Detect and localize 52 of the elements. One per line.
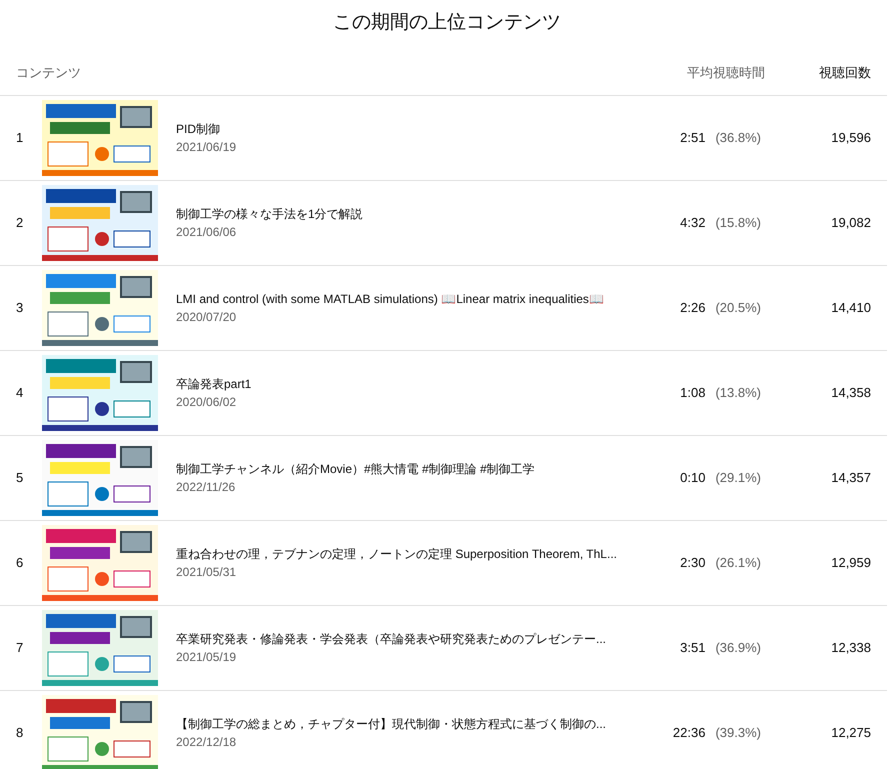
rank-number: 3 <box>16 299 24 318</box>
rank-number: 1 <box>16 129 24 148</box>
publish-date: 2021/06/06 <box>176 224 236 241</box>
view-count: 12,275 <box>830 724 871 742</box>
section-title: この期間の上位コンテンツ <box>333 11 561 35</box>
column-header: 平均視聴時間 <box>686 64 765 82</box>
view-count: 19,082 <box>830 214 871 232</box>
duration-text: 0:10 <box>680 469 706 488</box>
rank-number: 4 <box>16 384 24 402</box>
column-header: 視聴回数 <box>818 64 871 82</box>
rank-number: 7 <box>16 639 24 658</box>
percent-text: (36.9%) <box>715 639 761 658</box>
view-count: 12,959 <box>830 554 871 572</box>
publish-date: 2021/05/19 <box>176 649 236 666</box>
duration-text: 2:30 <box>680 554 706 572</box>
percent-text: (15.8%) <box>715 214 761 232</box>
view-count: 14,358 <box>830 384 871 402</box>
view-count: 12,338 <box>830 639 871 658</box>
video-title[interactable]: LMI and control (with some MATLAB simulations) 📖Linear matrix inequalities📖 <box>176 290 604 308</box>
duration-text: 2:26 <box>680 299 706 318</box>
video-title[interactable]: 卒論発表part1 <box>176 375 252 393</box>
video-title[interactable]: 制御工学チャンネル（紹介Movie）#熊大情電 #制御理論 #制御工学 <box>176 460 535 478</box>
publish-date: 2020/06/02 <box>176 394 236 411</box>
video-title[interactable]: 卒業研究発表・修論発表・学会発表（卒論発表や研究発表ためのプレゼンテー... <box>176 630 606 648</box>
publish-date: 2022/12/18 <box>176 734 236 751</box>
publish-date: 2021/06/19 <box>176 139 236 156</box>
percent-text: (13.8%) <box>715 384 761 402</box>
publish-date: 2021/05/31 <box>176 564 236 581</box>
video-title[interactable]: PID制御 <box>176 120 220 138</box>
view-count: 19,596 <box>830 129 871 148</box>
percent-text: (36.8%) <box>715 129 761 148</box>
percent-text: (26.1%) <box>715 554 761 572</box>
percent-text: (20.5%) <box>715 299 761 318</box>
rank-number: 6 <box>16 554 24 572</box>
view-count: 14,357 <box>830 469 871 488</box>
percent-text: (29.1%) <box>715 469 761 488</box>
duration-text: 2:51 <box>680 129 706 148</box>
rank-number: 8 <box>16 724 24 742</box>
view-count: 14,410 <box>830 299 871 318</box>
rank-number: 2 <box>16 214 24 232</box>
video-title[interactable]: 制御工学の様々な手法を1分で解説 <box>176 205 363 223</box>
column-header: コンテンツ <box>16 64 81 82</box>
video-title[interactable]: 【制御工学の総まとめ，チャプター付】現代制御・状態方程式に基づく制御の... <box>176 715 606 733</box>
duration-text: 3:51 <box>680 639 706 658</box>
publish-date: 2022/11/26 <box>176 479 236 496</box>
video-title[interactable]: 重ね合わせの理，テブナンの定理，ノートンの定理 Superposition Theorem, ThL... <box>176 545 617 563</box>
percent-text: (39.3%) <box>715 724 761 742</box>
rank-number: 5 <box>16 469 24 488</box>
publish-date: 2020/07/20 <box>176 309 236 326</box>
duration-text: 4:32 <box>680 214 706 232</box>
duration-text: 22:36 <box>672 724 706 742</box>
duration-text: 1:08 <box>680 384 706 402</box>
